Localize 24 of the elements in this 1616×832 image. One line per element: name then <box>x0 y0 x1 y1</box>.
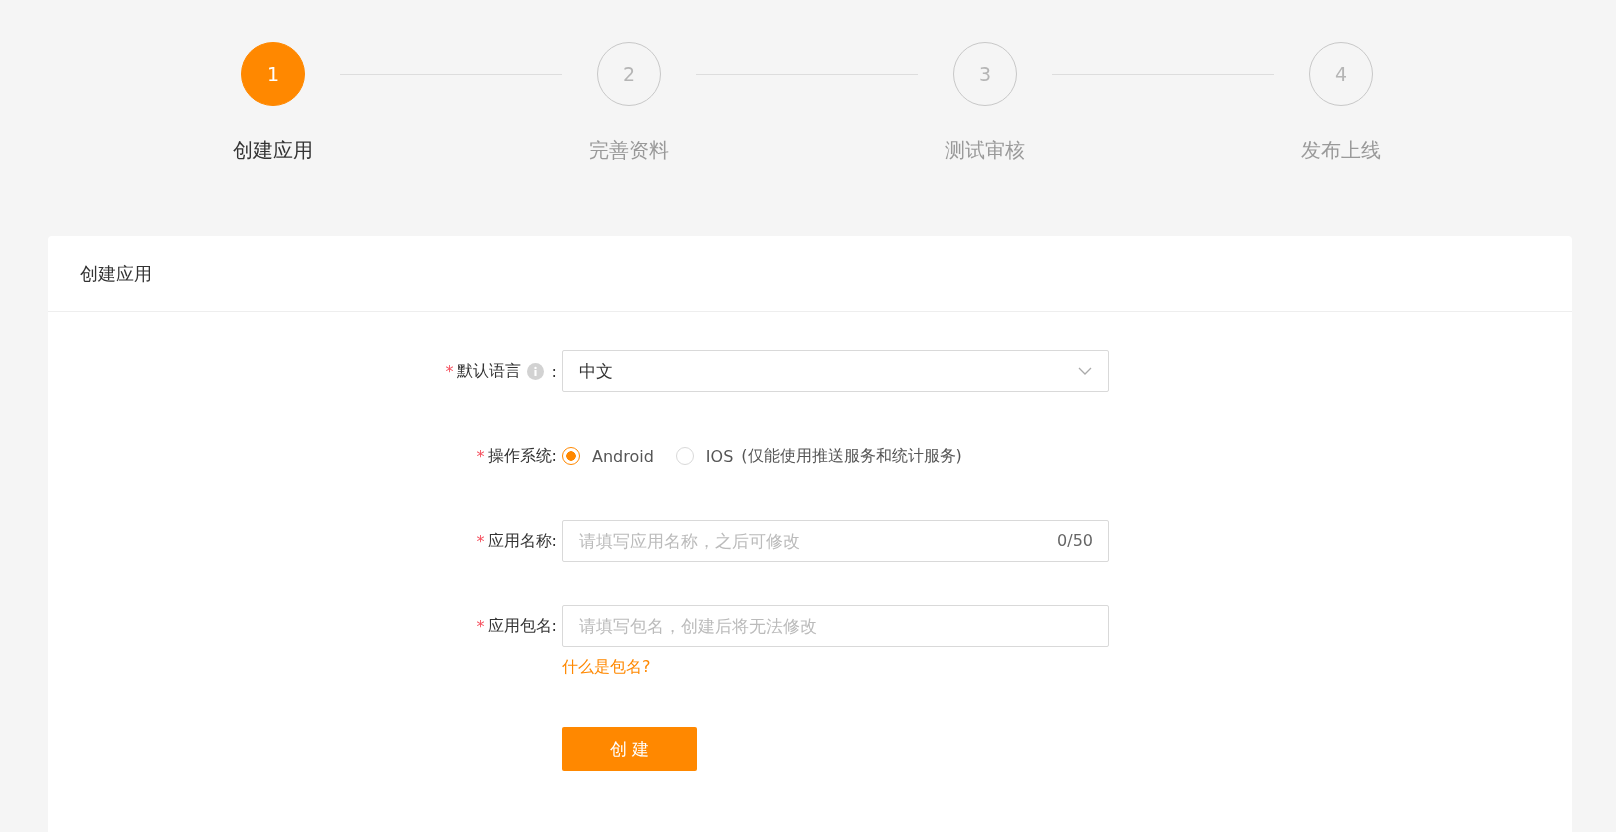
radio-button[interactable] <box>562 447 580 465</box>
info-icon[interactable] <box>526 362 544 380</box>
step-label: 创建应用 <box>233 137 313 164</box>
text-input-field[interactable]: 请填写包名，创建后将无法修改 <box>562 605 1109 647</box>
required-mark: * <box>445 361 454 381</box>
radio-label[interactable]: IOS <box>705 446 734 466</box>
chevron-down-icon <box>1078 367 1092 375</box>
card-title: 创建应用 <box>80 261 152 286</box>
required-mark: * <box>476 446 485 466</box>
field-colon: : <box>551 361 557 381</box>
step-circle: 1 <box>241 42 305 106</box>
field-label: 应用名称: <box>487 530 557 552</box>
required-mark: * <box>476 616 485 636</box>
step-label: 测试审核 <box>945 137 1025 164</box>
language-select[interactable]: 中文 <box>562 350 1109 392</box>
step-label: 完善资料 <box>589 137 669 164</box>
radio-note: (仅能使用推送服务和统计服务) <box>741 445 962 467</box>
radio-label[interactable]: Android <box>592 446 654 466</box>
field-label: 操作系统: <box>487 445 557 467</box>
character-counter: 0/50 <box>1057 531 1093 550</box>
required-mark: * <box>476 531 485 551</box>
field-label: 默认语言 <box>456 360 521 382</box>
field-label: 应用包名: <box>487 615 557 637</box>
step-label: 发布上线 <box>1301 137 1381 164</box>
